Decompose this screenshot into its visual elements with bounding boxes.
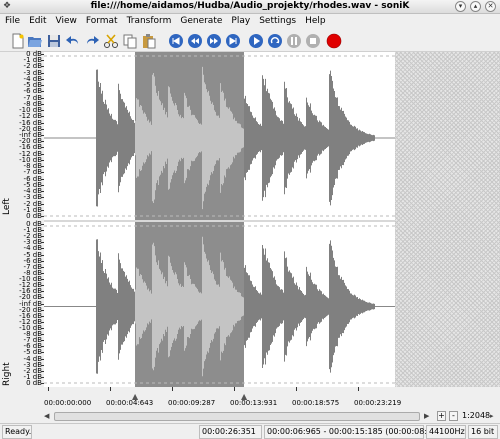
time-axis: ▲ ▲ 00:00:00:000 00:00:04:643 00:00:09:2… xyxy=(44,387,401,411)
loop-icon[interactable] xyxy=(267,33,283,49)
db-scale-label: 0 dB xyxy=(26,379,42,387)
record-icon[interactable] xyxy=(326,33,342,49)
menu-view[interactable]: View xyxy=(51,14,81,26)
undo-icon[interactable] xyxy=(65,33,81,49)
scroll-left-icon[interactable]: ◀ xyxy=(44,412,49,420)
time-tick: 00:00:09:287 xyxy=(168,399,216,407)
maximize-icon[interactable]: ▴ xyxy=(470,1,481,12)
right-db-scale: 0 dB -1 dB -2 dB -3 dB -4 dB -5 dB -6 dB -7 dB -… xyxy=(10,220,44,387)
fast-forward-icon[interactable] xyxy=(206,33,222,49)
status-state: Ready. xyxy=(2,425,32,439)
channel-divider xyxy=(44,220,395,222)
horizontal-scrollbar[interactable] xyxy=(54,412,420,421)
window-title: file:///home/aidamos/Hudba/Audio_projekt… xyxy=(90,1,410,11)
cut-icon[interactable] xyxy=(103,33,119,49)
left-waveform-plot xyxy=(44,52,395,220)
copy-icon[interactable] xyxy=(122,33,138,49)
zoom-to-end-icon[interactable] xyxy=(225,33,241,49)
play-icon[interactable] xyxy=(248,33,264,49)
menu-edit[interactable]: Edit xyxy=(24,14,50,26)
menu-file[interactable]: File xyxy=(0,14,24,26)
toolbar xyxy=(0,30,500,52)
time-tick: 00:00:13:931 xyxy=(230,399,278,407)
zoom-in-button[interactable]: + xyxy=(437,411,446,421)
new-file-icon[interactable] xyxy=(10,33,26,49)
menu-bar: File Edit View Format Transform Generate Play S… xyxy=(0,14,500,30)
left-db-scale: 0 dB -1 dB -2 dB -3 dB -4 dB -5 dB -6 dB -7 dB -… xyxy=(10,50,44,220)
pause-icon[interactable] xyxy=(286,33,302,49)
right-channel-label: Right xyxy=(2,362,12,386)
status-length: 00:00:26:351 xyxy=(199,425,262,439)
time-tick: 00:00:18:575 xyxy=(292,399,340,407)
save-icon[interactable] xyxy=(46,33,62,49)
right-channel-waveform[interactable] xyxy=(44,222,395,387)
close-icon[interactable]: ✕ xyxy=(485,1,496,12)
open-file-icon[interactable] xyxy=(27,33,43,49)
zoom-to-start-icon[interactable] xyxy=(168,33,184,49)
title-bar: ❖ file:///home/aidamos/Hudba/Audio_proje… xyxy=(0,0,500,14)
menu-format[interactable]: Format xyxy=(81,14,122,26)
redo-icon[interactable] xyxy=(84,33,100,49)
zoom-spin-icon[interactable]: ▸ xyxy=(490,412,494,420)
zoom-out-button[interactable]: - xyxy=(449,411,458,421)
scroll-right-icon[interactable]: ▶ xyxy=(424,412,429,420)
menu-play[interactable]: Play xyxy=(226,14,254,26)
status-bar: Ready. 00:00:26:351 00:00:06:965 - 00:00… xyxy=(0,423,500,439)
time-tick: 00:00:23:219 xyxy=(354,399,402,407)
left-channel-waveform[interactable] xyxy=(44,52,395,220)
empty-area xyxy=(395,52,500,387)
paste-icon[interactable] xyxy=(141,33,157,49)
minimize-icon[interactable]: ▾ xyxy=(455,1,466,12)
zoom-level: 1:2048 xyxy=(462,411,491,420)
status-bit-depth: 16 bit xyxy=(468,425,498,439)
menu-transform[interactable]: Transform xyxy=(122,14,176,26)
stop-icon[interactable] xyxy=(305,33,321,49)
rewind-icon[interactable] xyxy=(187,33,203,49)
status-selection: 00:00:06:965 - 00:00:15:185 (00:00:08:21… xyxy=(264,425,445,439)
scroll-row: ◀ ▶ + - 1:2048 ▸ xyxy=(44,411,500,422)
time-tick: 00:00:04:643 xyxy=(106,399,154,407)
menu-generate[interactable]: Generate xyxy=(175,14,226,26)
time-tick: 00:00:00:000 xyxy=(44,399,92,407)
menu-settings[interactable]: Settings xyxy=(254,14,300,26)
status-sample-rate: 44100Hz xyxy=(426,425,466,439)
db-scale-label: 0 dB xyxy=(26,212,42,220)
right-waveform-plot xyxy=(44,222,395,387)
menu-help[interactable]: Help xyxy=(300,14,330,26)
